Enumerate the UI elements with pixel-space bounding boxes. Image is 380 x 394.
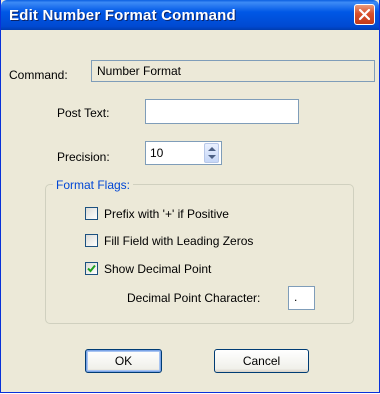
command-value: Number Format (97, 64, 182, 78)
close-button[interactable] (354, 4, 375, 25)
post-text-label: Post Text: (57, 106, 110, 120)
title-bar[interactable]: Edit Number Format Command (1, 0, 379, 30)
post-text-input[interactable] (145, 99, 299, 124)
prefix-plus-label[interactable]: Prefix with '+' if Positive (104, 207, 229, 221)
precision-value: 10 (150, 146, 164, 160)
leading-zeros-label[interactable]: Fill Field with Leading Zeros (104, 234, 253, 248)
prefix-plus-checkbox[interactable] (85, 207, 98, 220)
precision-label: Precision: (57, 150, 110, 164)
command-value-field: Number Format (91, 60, 375, 82)
decimal-char-label: Decimal Point Character: (127, 291, 261, 305)
show-decimal-label[interactable]: Show Decimal Point (104, 262, 211, 276)
dialog-window: Edit Number Format Command Command: Numb… (0, 0, 380, 393)
decimal-char-value: . (294, 290, 298, 304)
format-flags-legend: Format Flags: (53, 178, 134, 192)
ok-button[interactable]: OK (85, 349, 162, 373)
window-title: Edit Number Format Command (9, 7, 236, 24)
leading-zeros-checkbox[interactable] (85, 234, 98, 247)
show-decimal-checkbox[interactable] (85, 262, 98, 275)
precision-spinner[interactable] (204, 143, 219, 163)
command-label: Command: (9, 68, 68, 82)
spin-up-icon[interactable] (208, 147, 216, 151)
decimal-char-input[interactable]: . (288, 286, 315, 310)
cancel-button[interactable]: Cancel (214, 349, 309, 373)
spin-down-icon[interactable] (208, 155, 216, 159)
close-icon (358, 8, 371, 21)
checkmark-icon (87, 264, 96, 273)
